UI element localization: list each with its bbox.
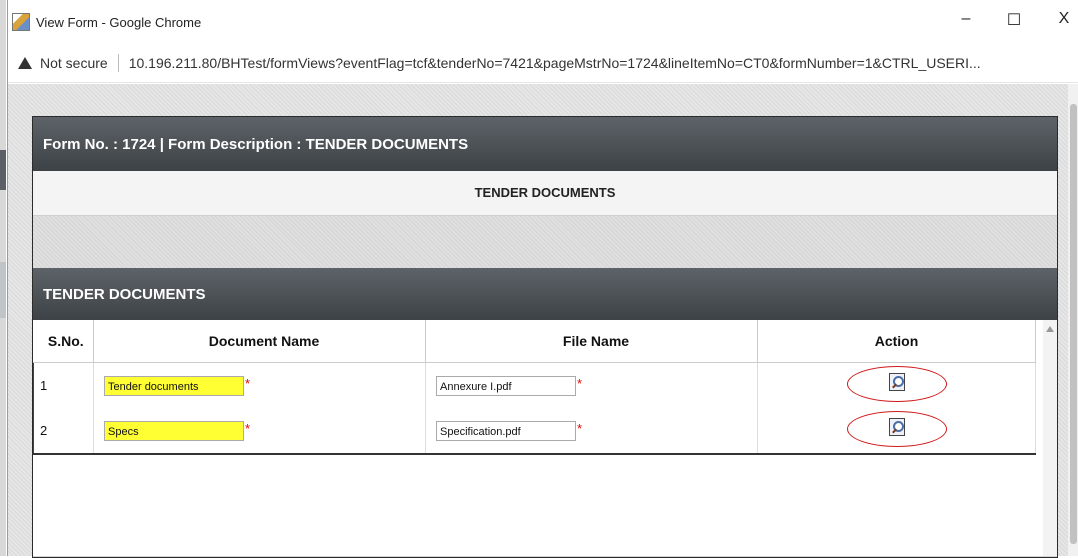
window-title: View Form - Google Chrome — [36, 14, 202, 30]
form-header: Form No. : 1724 | Form Description : TEN… — [33, 117, 1057, 171]
security-label[interactable]: Not secure — [40, 55, 108, 71]
view-document-icon[interactable] — [888, 373, 905, 391]
documents-table-container: S.No. Document Name File Name Action 1 T… — [33, 320, 1057, 556]
action-cell — [757, 408, 1036, 455]
view-action — [846, 409, 947, 449]
view-document-icon[interactable] — [888, 418, 905, 436]
maximize-button[interactable]: ☐ — [1002, 10, 1026, 30]
action-cell — [757, 362, 1036, 408]
table-row: 2 Specs * Specification.pdf * — [33, 408, 1036, 455]
scroll-up-icon[interactable] — [1046, 326, 1054, 332]
address-bar[interactable]: Not secure 10.196.211.80/BHTest/formView… — [8, 44, 1078, 83]
file-name-cell: Specification.pdf * — [425, 408, 758, 455]
scrollbar-thumb[interactable] — [1070, 104, 1077, 544]
background-window-edge — [0, 0, 6, 556]
minimize-button[interactable]: – — [954, 10, 978, 28]
document-name-input[interactable]: Specs — [104, 420, 244, 441]
sno-cell: 1 — [33, 362, 94, 408]
view-action — [846, 364, 947, 404]
required-marker: * — [577, 420, 583, 436]
column-header-file-name: File Name — [425, 320, 758, 363]
document-name-cell: Specs * — [93, 408, 426, 455]
page-content: Form No. : 1724 | Form Description : TEN… — [8, 84, 1068, 558]
column-header-action: Action — [757, 320, 1036, 363]
url-text[interactable]: 10.196.211.80/BHTest/formViews?eventFlag… — [129, 55, 981, 71]
title-bar[interactable]: View Form - Google Chrome – ☐ X — [8, 0, 1078, 44]
required-marker: * — [245, 375, 251, 391]
required-marker: * — [245, 420, 251, 436]
close-button[interactable]: X — [1052, 10, 1076, 28]
document-name-cell: Tender documents * — [93, 362, 426, 408]
background-window-block — [0, 262, 6, 318]
spacer — [33, 216, 1057, 268]
column-header-document-name: Document Name — [93, 320, 426, 363]
form-subheader: TENDER DOCUMENTS — [33, 171, 1057, 216]
table-scrollbar[interactable] — [1043, 320, 1057, 556]
file-name-cell: Annexure I.pdf * — [425, 362, 758, 408]
background-window-block — [0, 150, 6, 190]
app-icon — [12, 13, 30, 31]
column-header-sno: S.No. — [33, 320, 94, 363]
file-name-input[interactable]: Specification.pdf — [436, 420, 576, 441]
popup-window: View Form - Google Chrome – ☐ X Not secu… — [7, 0, 1078, 558]
divider — [117, 54, 119, 72]
warning-icon — [18, 57, 32, 69]
sno-cell: 2 — [33, 408, 94, 455]
page-scrollbar[interactable] — [1068, 84, 1078, 556]
required-marker: * — [577, 375, 583, 391]
form-panel: Form No. : 1724 | Form Description : TEN… — [32, 116, 1058, 558]
table-row: 1 Tender documents * Annexure I.pdf * — [33, 362, 1036, 408]
documents-table: S.No. Document Name File Name Action 1 T… — [33, 320, 1036, 455]
document-name-input[interactable]: Tender documents — [104, 375, 244, 396]
file-name-input[interactable]: Annexure I.pdf — [436, 375, 576, 396]
section-header: TENDER DOCUMENTS — [33, 268, 1057, 320]
